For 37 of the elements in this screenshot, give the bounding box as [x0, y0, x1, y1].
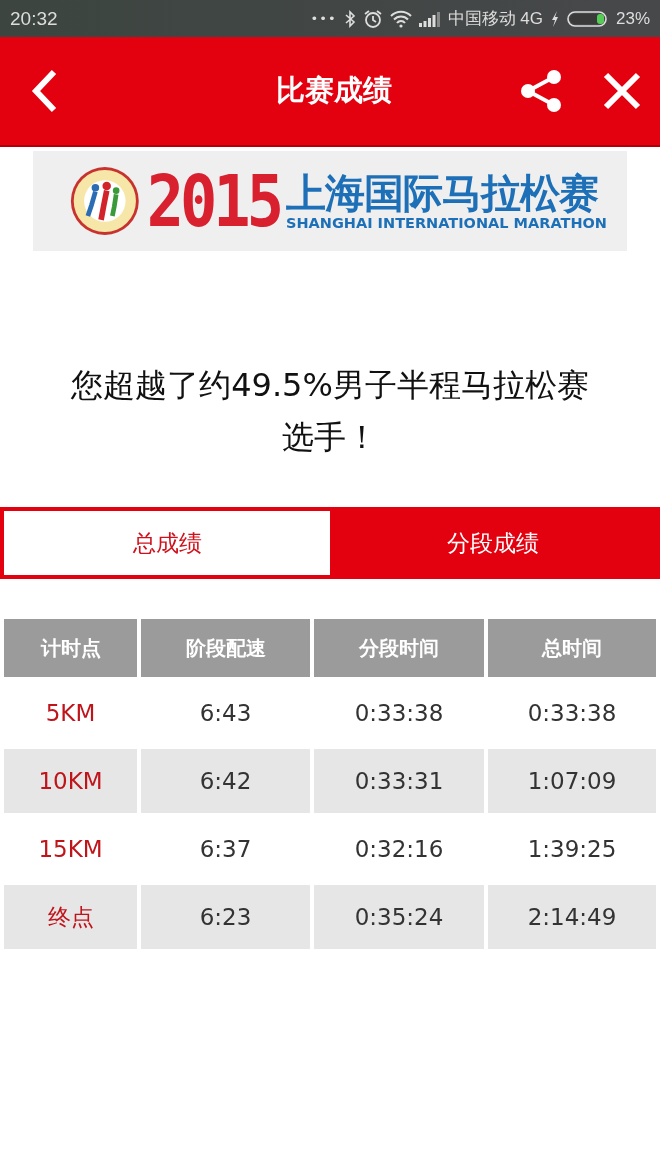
column-header: 分段时间: [314, 619, 484, 677]
close-button[interactable]: [602, 71, 642, 111]
clock: 20:32: [10, 7, 58, 30]
tab[interactable]: 总成绩: [4, 511, 330, 575]
page-title: 比赛成绩: [275, 72, 393, 109]
carrier-name: 中国移动 4G: [447, 8, 543, 30]
wifi-icon: [389, 9, 412, 28]
table-cell-text: 0:33:38: [353, 699, 445, 728]
battery-percent: 23%: [615, 8, 650, 29]
table-cell: 终点: [4, 885, 137, 949]
table-cell-text: 6:37: [198, 835, 253, 864]
signal-icon: [418, 10, 441, 27]
table-cell-text: 1:39:25: [526, 835, 618, 864]
table-cell: 6:23: [141, 885, 310, 949]
ranking-message: 您超越了约49.5%男子半程马拉松赛选手！: [70, 365, 590, 458]
table-cell-text: 0:33:38: [526, 699, 618, 728]
table-cell: 1:07:09: [488, 749, 656, 813]
table-cell-text: 6:43: [198, 699, 253, 728]
bluetooth-icon: [343, 9, 356, 28]
table-cell-text: 0:32:16: [353, 835, 445, 864]
table-cell-text: 5KM: [44, 699, 97, 728]
table-cell: 2:14:49: [488, 885, 656, 949]
table-cell: 0:35:24: [314, 885, 484, 949]
column-header: 阶段配速: [141, 619, 310, 677]
table-cell: 0:33:31: [314, 749, 484, 813]
alarm-icon: [362, 8, 383, 29]
table-cell: 6:42: [141, 749, 310, 813]
column-header: 总时间: [488, 619, 656, 677]
banner-title: 上海国际马拉松赛: [285, 171, 598, 215]
table-cell-text: 15KM: [37, 835, 104, 864]
table-cell: 10KM: [4, 749, 137, 813]
column-header: 计时点: [4, 619, 137, 677]
battery-icon: [566, 9, 609, 28]
banner-subtitle: SHANGHAI INTERNATIONAL MARATHON: [285, 215, 607, 231]
banner-year: 2015: [146, 159, 280, 243]
share-button[interactable]: [518, 68, 564, 114]
more-indicator: •••: [310, 11, 337, 26]
